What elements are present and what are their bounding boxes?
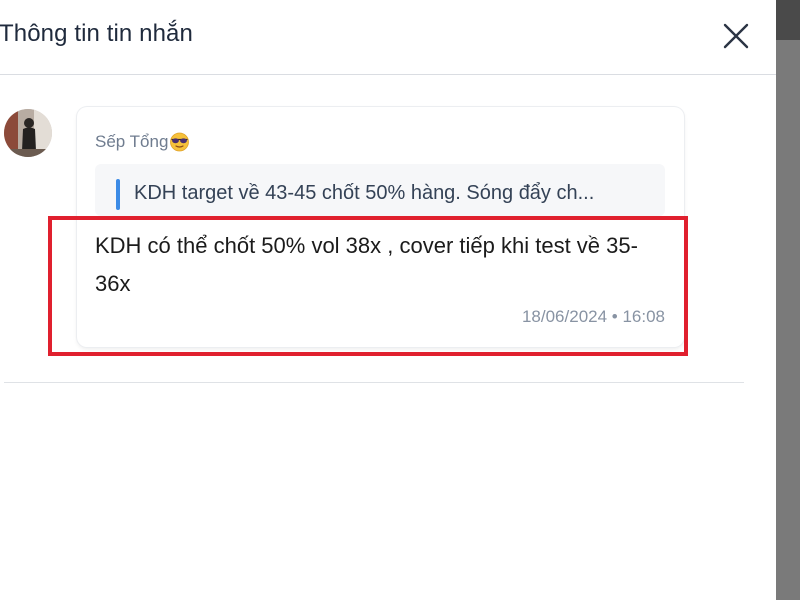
sender-name: Sếp Tổng [95,131,190,152]
message-bubble: Sếp Tổng KDH target về 43-45 chốt 50% hà… [77,107,684,347]
quoted-message-text: KDH target về 43-45 chốt 50% hàng. Sóng … [134,182,595,204]
message-info-panel: Thông tin tin nhắn Sếp Tổng KDH target v… [0,0,776,600]
scrollbar-thumb[interactable] [776,0,800,40]
panel-title: Thông tin tin nhắn [0,20,193,47]
quote-bar [116,179,120,210]
scrollbar-track[interactable] [776,0,800,600]
panel-header: Thông tin tin nhắn [0,0,776,75]
avatar[interactable] [4,109,52,157]
sender-name-text: Sếp Tổng [95,131,169,151]
sunglasses-emoji-icon [169,131,190,152]
quoted-message[interactable]: KDH target về 43-45 chốt 50% hàng. Sóng … [95,164,665,216]
divider [4,382,744,383]
message-text: KDH có thể chốt 50% vol 38x , cover tiếp… [95,233,638,296]
close-icon [723,23,749,49]
message-timestamp: 18/06/2024 • 16:08 [521,307,665,326]
close-button[interactable] [718,18,754,54]
